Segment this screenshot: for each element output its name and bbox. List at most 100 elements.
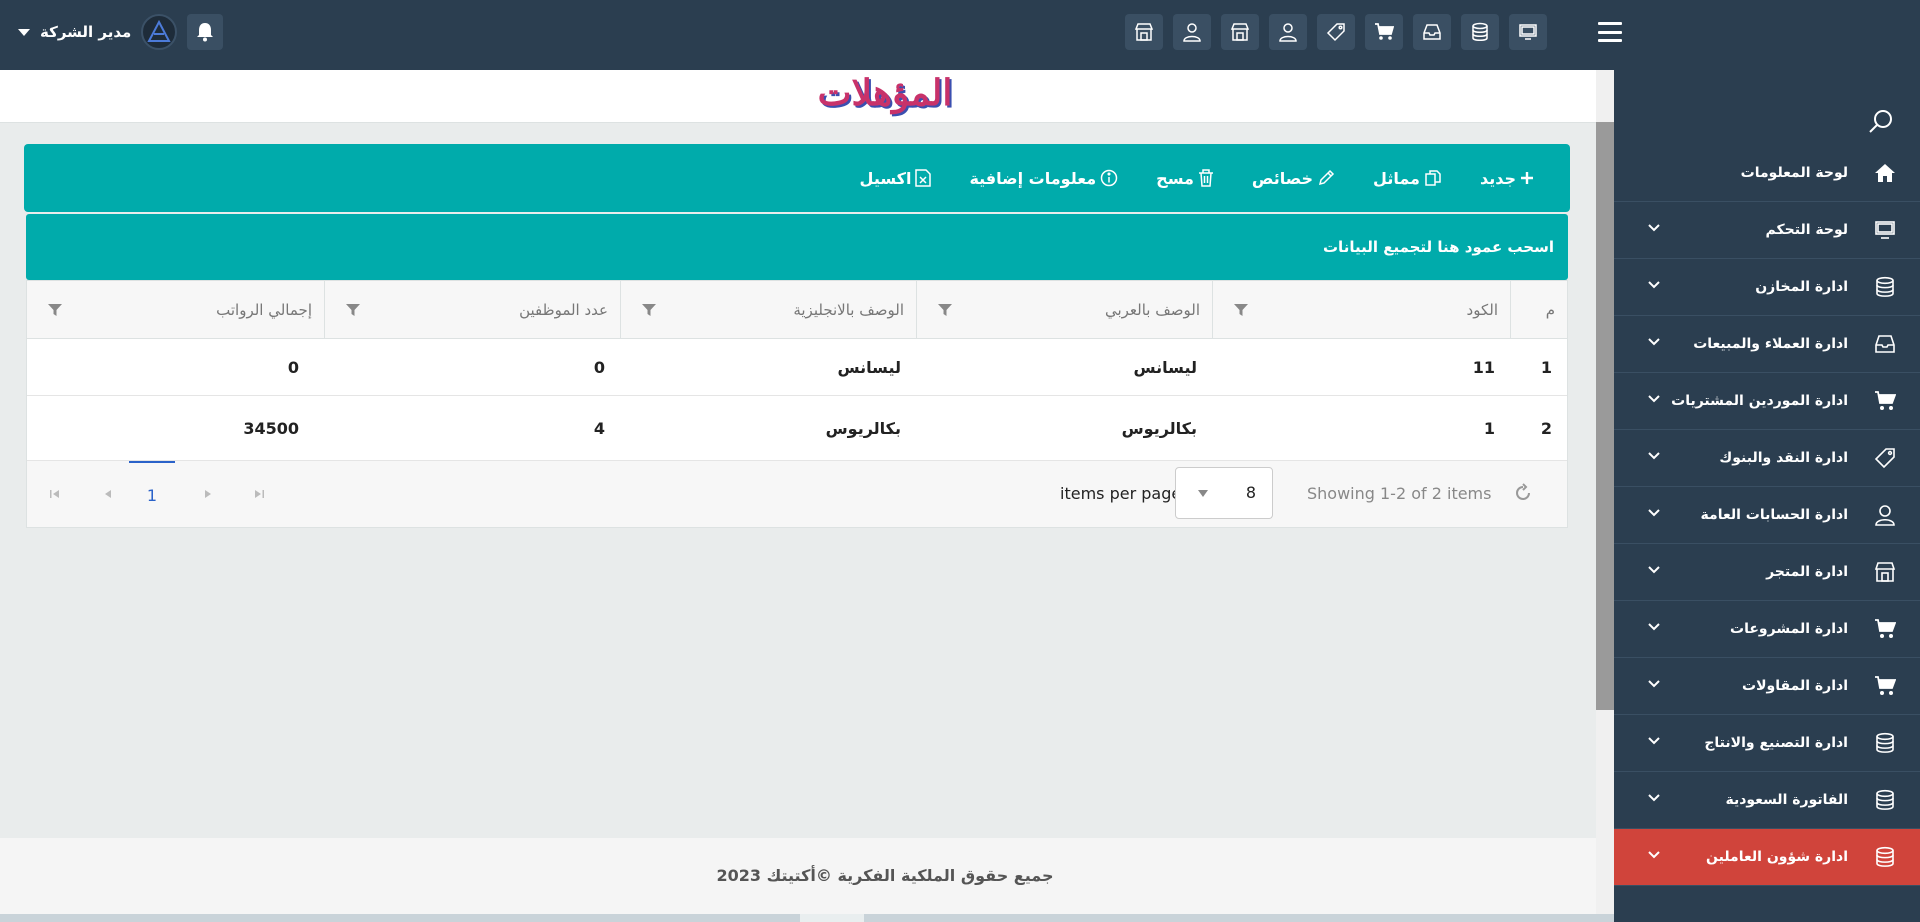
sidebar-item-label: ادارة العملاء والمبيعات xyxy=(1693,336,1848,352)
sidebar-item-projects[interactable]: ادارة المشروعات xyxy=(1614,601,1920,658)
delete-button[interactable]: مسح xyxy=(1156,169,1214,188)
sidebar-item-more[interactable] xyxy=(1614,886,1920,922)
title-strip: المؤهلات xyxy=(0,70,1596,123)
info-button[interactable]: معلومات إضافية xyxy=(969,169,1118,188)
filter-icon[interactable] xyxy=(345,303,361,317)
plus-icon xyxy=(1521,172,1533,184)
menu-toggle-button[interactable] xyxy=(1598,22,1622,42)
page-number[interactable]: 1 xyxy=(129,461,175,527)
column-header-label: الكود xyxy=(1466,301,1498,319)
database-icon xyxy=(1876,846,1894,867)
refresh-icon[interactable] xyxy=(1513,483,1533,503)
sidebar-item-customers-sales[interactable]: ادارة العملاء والمبيعات xyxy=(1614,316,1920,373)
cart-icon xyxy=(1375,23,1394,40)
vertical-scrollbar-thumb[interactable] xyxy=(1596,122,1614,710)
copy-button[interactable]: مماثل xyxy=(1373,169,1442,188)
sidebar-item-warehouses[interactable]: ادارة المخازن xyxy=(1614,259,1920,316)
sidebar-item-label: ادارة المتجر xyxy=(1766,564,1848,580)
excel-icon xyxy=(915,169,932,187)
chevron-down-icon xyxy=(1648,680,1660,688)
sidebar-item-store[interactable]: ادارة المتجر xyxy=(1614,544,1920,601)
chevron-down-icon xyxy=(1198,490,1208,497)
sidebar-item-manufacturing[interactable]: ادارة التصنيع والانتاج xyxy=(1614,715,1920,772)
horizontal-scrollbar-thumb[interactable] xyxy=(800,914,864,922)
sidebar-item-hr[interactable]: ادارة شؤون العاملين xyxy=(1614,829,1920,886)
notifications-button[interactable] xyxy=(187,14,224,50)
sidebar-item-suppliers-purchases[interactable]: ادارة الموردين المشتريات xyxy=(1614,373,1920,430)
store-icon xyxy=(1134,23,1154,41)
cart-icon xyxy=(1875,391,1896,410)
table-row[interactable]: 1 11 ليسانس ليسانس 0 0 xyxy=(27,339,1567,396)
excel-button[interactable]: اكسيل xyxy=(860,169,932,188)
column-header-index[interactable]: م xyxy=(1510,281,1567,339)
table-row[interactable]: 2 1 بكالريوس بكالريوس 4 34500 xyxy=(27,397,1567,461)
group-drop-area[interactable]: اسحب عمود هنا لتجميع البيانات xyxy=(26,214,1568,280)
new-button[interactable]: جديد xyxy=(1480,169,1534,188)
data-grid: م الكود الوصف بالعربي الوصف بالانجليزية … xyxy=(26,280,1568,528)
monitor-icon xyxy=(1519,24,1537,40)
sidebar-item-label: الفاتورة السعودية xyxy=(1725,792,1848,808)
top-bar: مدير الشركة xyxy=(0,0,1920,70)
sidebar-item-label: ادارة المقاولات xyxy=(1742,678,1848,694)
filter-icon[interactable] xyxy=(641,303,657,317)
chevron-down-icon[interactable] xyxy=(18,28,30,36)
excel-button-label: اكسيل xyxy=(859,168,912,188)
edit-button[interactable]: خصائص xyxy=(1252,169,1335,188)
user-icon xyxy=(1279,23,1297,42)
column-header-label: الوصف بالعربي xyxy=(1104,301,1200,319)
avatar[interactable] xyxy=(141,14,178,50)
column-header-name-en[interactable]: الوصف بالانجليزية xyxy=(620,281,916,339)
sidebar-item-saudi-invoice[interactable]: الفاتورة السعودية xyxy=(1614,772,1920,829)
user-button[interactable] xyxy=(1173,14,1211,50)
sidebar-item-label: ادارة المشروعات xyxy=(1730,621,1848,637)
chevron-down-icon xyxy=(1648,224,1660,232)
user-icon xyxy=(1875,505,1895,526)
cell-name-ar: بكالريوس xyxy=(1121,419,1197,438)
first-page-icon[interactable] xyxy=(49,489,61,499)
sidebar-item-label: ادارة التصنيع والانتاج xyxy=(1704,735,1848,751)
cell-name-en: بكالريوس xyxy=(825,419,901,438)
database-button[interactable] xyxy=(1461,14,1499,50)
column-header-employees[interactable]: عدد الموظفين xyxy=(324,281,620,339)
sidebar-item-label: ادارة شؤون العاملين xyxy=(1706,849,1848,865)
sidebar-item-label: ادارة الموردين المشتريات xyxy=(1671,393,1848,409)
column-header-label: عدد الموظفين xyxy=(519,301,608,319)
monitor-button[interactable] xyxy=(1509,14,1547,50)
column-header-name-ar[interactable]: الوصف بالعربي xyxy=(916,281,1212,339)
sidebar-item-general-accounts[interactable]: ادارة الحسابات العامة xyxy=(1614,487,1920,544)
last-page-icon[interactable] xyxy=(253,489,265,499)
store-button[interactable] xyxy=(1125,14,1163,50)
filter-icon[interactable] xyxy=(47,303,63,317)
chevron-down-icon xyxy=(1648,794,1660,802)
column-header-salaries[interactable]: إجمالي الرواتب xyxy=(27,281,324,339)
items-per-page-label: items per page xyxy=(1060,484,1182,503)
filter-icon[interactable] xyxy=(937,303,953,317)
action-toolbar: جديد مماثل خصائص مسح معلومات إضافية اكسي… xyxy=(24,144,1570,212)
cart-icon xyxy=(1875,619,1896,638)
search-icon[interactable] xyxy=(1868,108,1894,134)
sidebar-item-label: ادارة الحسابات العامة xyxy=(1700,507,1848,523)
next-page-icon[interactable] xyxy=(203,489,213,499)
cell-code: 11 xyxy=(1472,358,1495,377)
cart-button[interactable] xyxy=(1365,14,1403,50)
info-icon xyxy=(1100,169,1118,187)
store-button[interactable] xyxy=(1221,14,1259,50)
sidebar-item-cash-banks[interactable]: ادارة النقد والبنوك xyxy=(1614,430,1920,487)
column-header-code[interactable]: الكود xyxy=(1212,281,1510,339)
tag-button[interactable] xyxy=(1317,14,1355,50)
items-per-page-select[interactable]: 8 xyxy=(1175,467,1273,519)
items-per-page-value: 8 xyxy=(1245,483,1256,502)
user-button[interactable] xyxy=(1269,14,1307,50)
sidebar-item-control-panel[interactable]: لوحة التحكم xyxy=(1614,202,1920,259)
filter-icon[interactable] xyxy=(1233,303,1249,317)
prev-page-icon[interactable] xyxy=(103,489,113,499)
chevron-down-icon xyxy=(1648,851,1660,859)
inbox-icon xyxy=(1423,24,1441,40)
tag-icon xyxy=(1874,448,1895,469)
cell-index: 2 xyxy=(1540,419,1552,438)
user-name[interactable]: مدير الشركة xyxy=(40,23,131,41)
database-icon xyxy=(1876,789,1894,810)
inbox-button[interactable] xyxy=(1413,14,1451,50)
sidebar-item-dashboard[interactable]: لوحة المعلومات xyxy=(1614,145,1920,202)
sidebar-item-contracting[interactable]: ادارة المقاولات xyxy=(1614,658,1920,715)
